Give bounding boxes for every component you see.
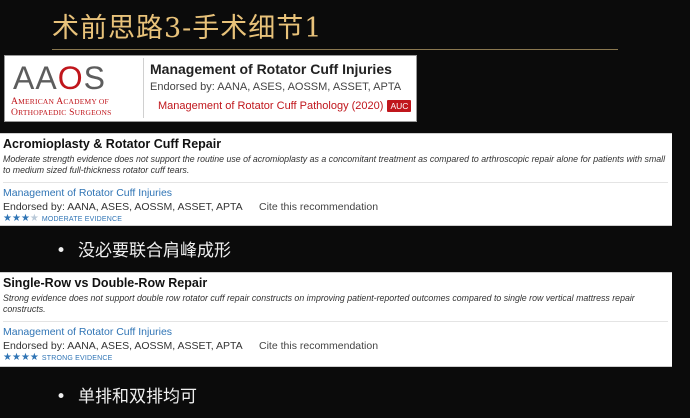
star-filled-icon: ★ — [29, 352, 39, 363]
bullet-marker: • — [56, 241, 67, 261]
bullet-text: 单排和双排均可 — [78, 387, 198, 407]
endorsed-text: Endorsed by: AANA, ASES, AOSSM, ASSET, A… — [3, 340, 243, 352]
guideline-title: Management of Rotator Cuff Injuries — [150, 61, 392, 77]
recommendation-title: Acromioplasty & Rotator Cuff Repair — [3, 137, 222, 151]
star-filled-icon: ★ — [20, 213, 30, 224]
auc-badge[interactable]: AUC — [387, 100, 412, 112]
evidence-rating: ★ ★ ★ ★ MODERATE EVIDENCE — [3, 214, 668, 224]
pathology-guideline-link[interactable]: Management of Rotator Cuff Pathology (20… — [158, 100, 383, 112]
bullet-text: 没必要联合肩峰成形 — [78, 241, 232, 261]
slide-title: 术前思路3-手术细节1 — [52, 13, 323, 44]
recommendation-description: Moderate strength evidence does not supp… — [3, 154, 666, 175]
aaos-logo-word: AAOS — [13, 60, 106, 96]
aaos-guideline-info: Management of Rotator Cuff Injuries Endo… — [150, 61, 412, 112]
recommendation-title: Single-Row vs Double-Row Repair — [3, 276, 208, 290]
evidence-strength-label: MODERATE EVIDENCE — [41, 215, 123, 223]
title-divider — [52, 49, 618, 50]
recommendation-card-single-vs-double-row: Single-Row vs Double-Row Repair Strong e… — [0, 272, 672, 367]
endorsed-row: Endorsed by: AANA, ASES, AOSSM, ASSET, A… — [3, 340, 668, 352]
guideline-link[interactable]: Management of Rotator Cuff Injuries — [3, 187, 668, 199]
divider — [3, 182, 668, 183]
bullet-point: • 没必要联合肩峰成形 — [56, 236, 231, 261]
star-filled-icon: ★ — [3, 213, 12, 224]
endorsed-row: Endorsed by: AANA, ASES, AOSSM, ASSET, A… — [3, 201, 668, 213]
aaos-logo-subtitle-1: AMERICAN ACADEMY OF — [11, 96, 109, 107]
endorsed-text: Endorsed by: AANA, ASES, AOSSM, ASSET, A… — [3, 201, 243, 213]
star-filled-icon: ★ — [11, 352, 21, 363]
aaos-logo-subtitle-2: ORTHOPAEDIC SURGEONS — [11, 107, 112, 118]
guideline-endorsed: Endorsed by: AANA, ASES, AOSSM, ASSET, A… — [150, 81, 402, 93]
cite-recommendation-link[interactable]: Cite this recommendation — [259, 201, 378, 213]
evidence-rating: ★ ★ ★ ★ STRONG EVIDENCE — [3, 353, 668, 363]
guideline-link-row: Management of Rotator Cuff Pathology (20… — [150, 100, 412, 112]
star-empty-icon: ★ — [29, 213, 39, 224]
aaos-guideline-header: AAOS AMERICAN ACADEMY OF ORTHOPAEDIC SUR… — [4, 55, 417, 122]
cite-recommendation-link[interactable]: Cite this recommendation — [259, 340, 378, 352]
recommendation-card-acromioplasty: Acromioplasty & Rotator Cuff Repair Mode… — [0, 133, 672, 226]
star-filled-icon: ★ — [3, 352, 12, 363]
bullet-point: • 单排和双排均可 — [56, 382, 197, 407]
guideline-link[interactable]: Management of Rotator Cuff Injuries — [3, 326, 668, 338]
recommendation-description: Strong evidence does not support double … — [3, 293, 635, 314]
evidence-strength-label: STRONG EVIDENCE — [41, 354, 113, 362]
star-filled-icon: ★ — [20, 352, 30, 363]
aaos-logo: AAOS AMERICAN ACADEMY OF ORTHOPAEDIC SUR… — [7, 58, 144, 118]
bullet-marker: • — [56, 387, 67, 407]
divider — [3, 321, 668, 322]
star-filled-icon: ★ — [11, 213, 21, 224]
